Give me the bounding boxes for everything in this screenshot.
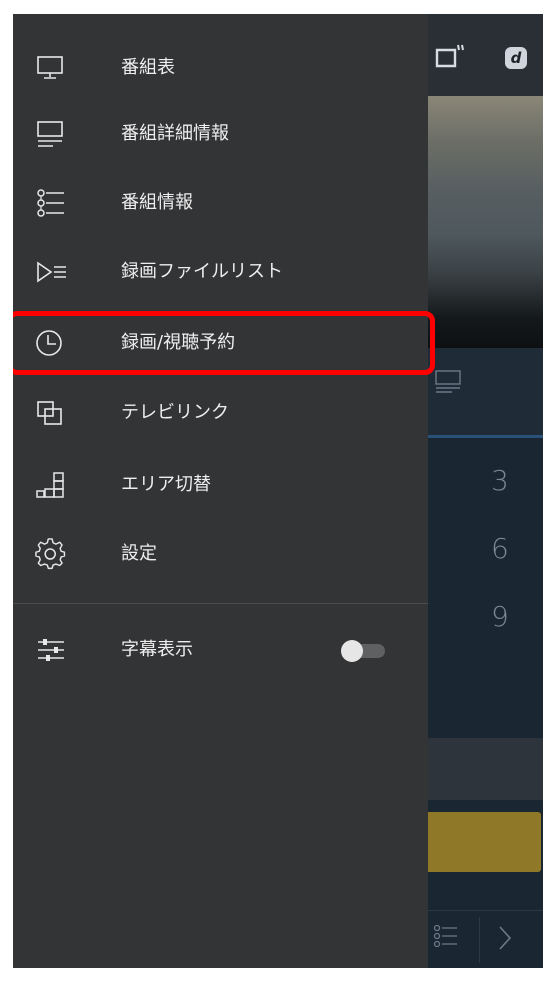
active-tab-indicator [425, 435, 543, 438]
menu-item-label: 番組表 [121, 57, 175, 78]
list-icon[interactable] [433, 923, 459, 953]
highlight-box [13, 311, 435, 375]
menu-item-label: 設定 [121, 543, 157, 564]
background-header: d [425, 14, 543, 96]
monitor-icon [35, 54, 67, 82]
number-key-9[interactable]: 9 [491, 600, 509, 633]
menu-divider [13, 603, 428, 604]
tv-icon[interactable] [435, 44, 465, 74]
toggle-knob [341, 640, 363, 662]
monitor-detail-icon [35, 120, 67, 148]
menu-item-label: エリア切替 [121, 474, 211, 495]
video-preview [425, 96, 543, 348]
phone-screen: d 3 6 9 番組表 番組詳細情報 番組情報 録画ファイルリスト 録画/視聴予… [13, 14, 543, 968]
menu-item-label: テレビリンク [121, 402, 229, 423]
background-bottom-bar [425, 910, 543, 968]
number-key-3[interactable]: 3 [491, 464, 509, 497]
bottom-bar-separator [479, 917, 480, 963]
menu-item-subtitles[interactable]: 字幕表示 [13, 622, 428, 678]
program-info-strip [425, 348, 543, 436]
menu-item-label: 字幕表示 [121, 639, 193, 660]
menu-item-recording-list[interactable]: 録画ファイルリスト [13, 244, 428, 300]
number-pad: 3 6 9 [425, 454, 543, 654]
menu-item-label: 番組詳細情報 [121, 123, 229, 144]
number-key-6[interactable]: 6 [491, 532, 509, 565]
chevron-right-icon[interactable] [497, 925, 513, 955]
menu-item-area-switch[interactable]: エリア切替 [13, 457, 428, 513]
background-panel [425, 738, 543, 800]
menu-item-label: 録画ファイルリスト [121, 261, 283, 282]
menu-item-label: 番組情報 [121, 192, 193, 213]
menu-item-tv-link[interactable]: テレビリンク [13, 385, 428, 441]
subtitle-toggle[interactable] [341, 640, 385, 662]
list-bullets-icon [35, 189, 67, 217]
background-yellow-button[interactable] [425, 812, 541, 872]
play-list-icon [35, 258, 67, 286]
sliders-icon [35, 636, 67, 664]
area-blocks-icon [35, 471, 67, 499]
menu-item-program-info[interactable]: 番組情報 [13, 175, 428, 231]
gear-icon [35, 538, 67, 570]
program-detail-icon[interactable] [435, 370, 463, 398]
overlap-squares-icon [35, 399, 67, 427]
d-logo-icon[interactable]: d [505, 47, 527, 69]
menu-item-program-detail[interactable]: 番組詳細情報 [13, 106, 428, 162]
menu-item-program-guide[interactable]: 番組表 [13, 40, 428, 96]
navigation-drawer: 番組表 番組詳細情報 番組情報 録画ファイルリスト 録画/視聴予約 テレビリンク… [13, 14, 428, 968]
menu-item-settings[interactable]: 設定 [13, 526, 428, 582]
